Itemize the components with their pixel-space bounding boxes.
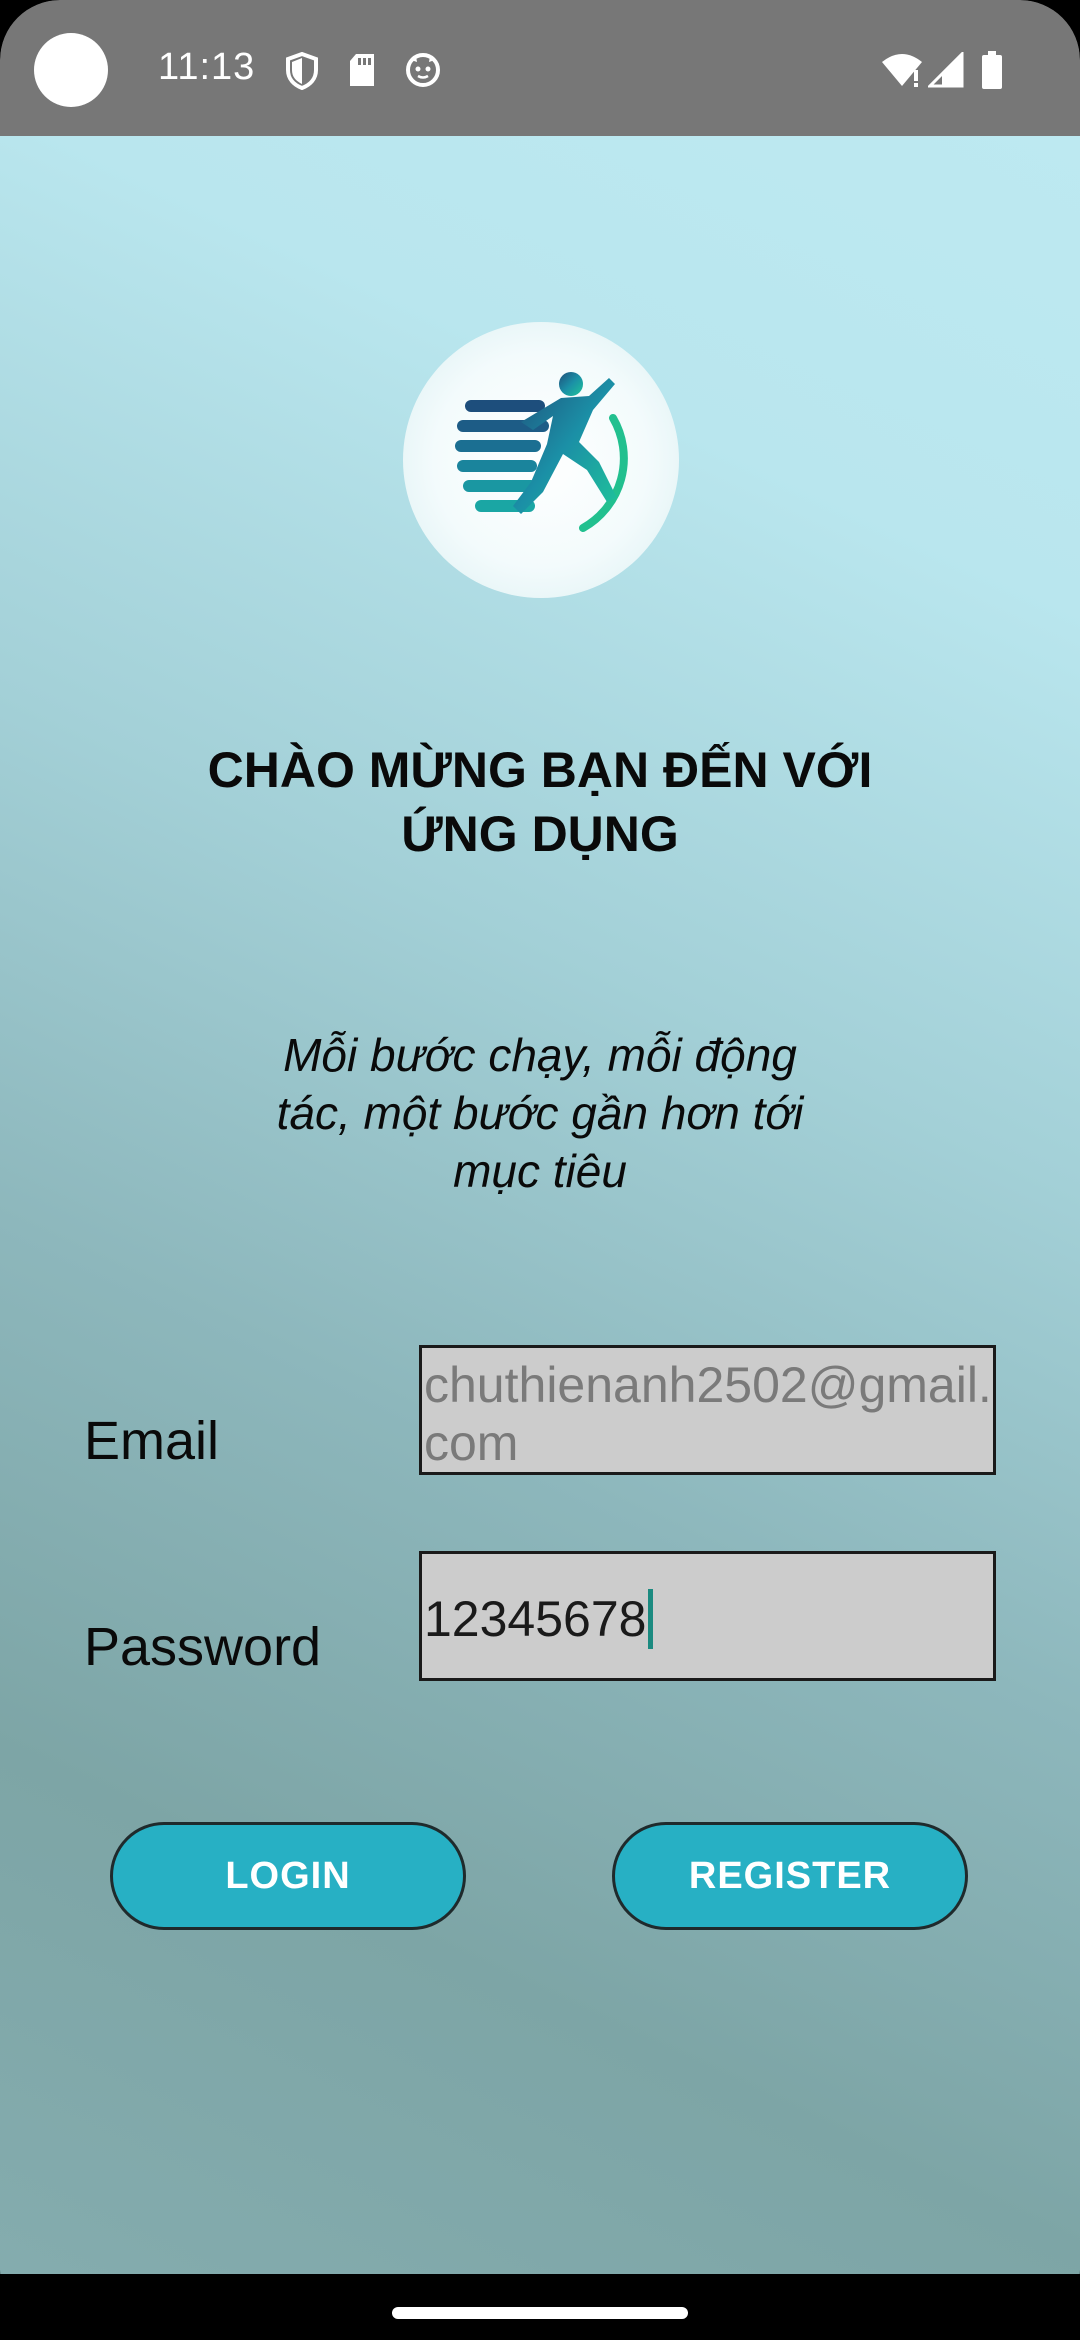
text-caret: [648, 1588, 654, 1649]
status-time: 11:13: [158, 46, 256, 88]
password-value: 12345678: [424, 1591, 647, 1647]
sd-card-icon: [348, 52, 376, 93]
camera-cutout: [34, 33, 108, 107]
email-value: chuthienanh2502@gmail.com: [424, 1357, 992, 1471]
home-indicator[interactable]: [392, 2307, 688, 2319]
battery-icon: [980, 50, 1004, 95]
app-logo: [403, 322, 679, 598]
tagline: Mỗi bước chạy, mỗi động tác, một bước gầ…: [240, 1026, 840, 1200]
phone-frame: 11:13 CHÀO MỪNG BẠN ĐẾN VỚI ỨNG DỤNG Mỗi…: [0, 0, 1080, 2340]
welcome-title-line2: ỨNG DỤNG: [401, 806, 679, 862]
welcome-title-line1: CHÀO MỪNG BẠN ĐẾN VỚI: [207, 742, 873, 798]
wifi-icon: [880, 52, 924, 93]
signal-icon: [926, 50, 964, 93]
email-label: Email: [84, 1411, 220, 1471]
password-field[interactable]: 12345678: [419, 1551, 996, 1681]
welcome-title: CHÀO MỪNG BẠN ĐẾN VỚI ỨNG DỤNG: [140, 738, 940, 866]
runner-icon: [455, 372, 628, 532]
tagline-line2: tác, một bước gần hơn tới: [276, 1087, 804, 1139]
tagline-line1: Mỗi bước chạy, mỗi động: [283, 1029, 797, 1081]
shield-icon: [285, 51, 319, 95]
cat-face-icon: [405, 52, 441, 93]
register-button[interactable]: REGISTER: [612, 1822, 968, 1930]
password-label: Password: [84, 1617, 322, 1677]
status-bar: 11:13: [0, 0, 1080, 136]
tagline-line3: mục tiêu: [453, 1145, 627, 1197]
login-button[interactable]: LOGIN: [110, 1822, 466, 1930]
email-field[interactable]: chuthienanh2502@gmail.com: [419, 1345, 996, 1475]
